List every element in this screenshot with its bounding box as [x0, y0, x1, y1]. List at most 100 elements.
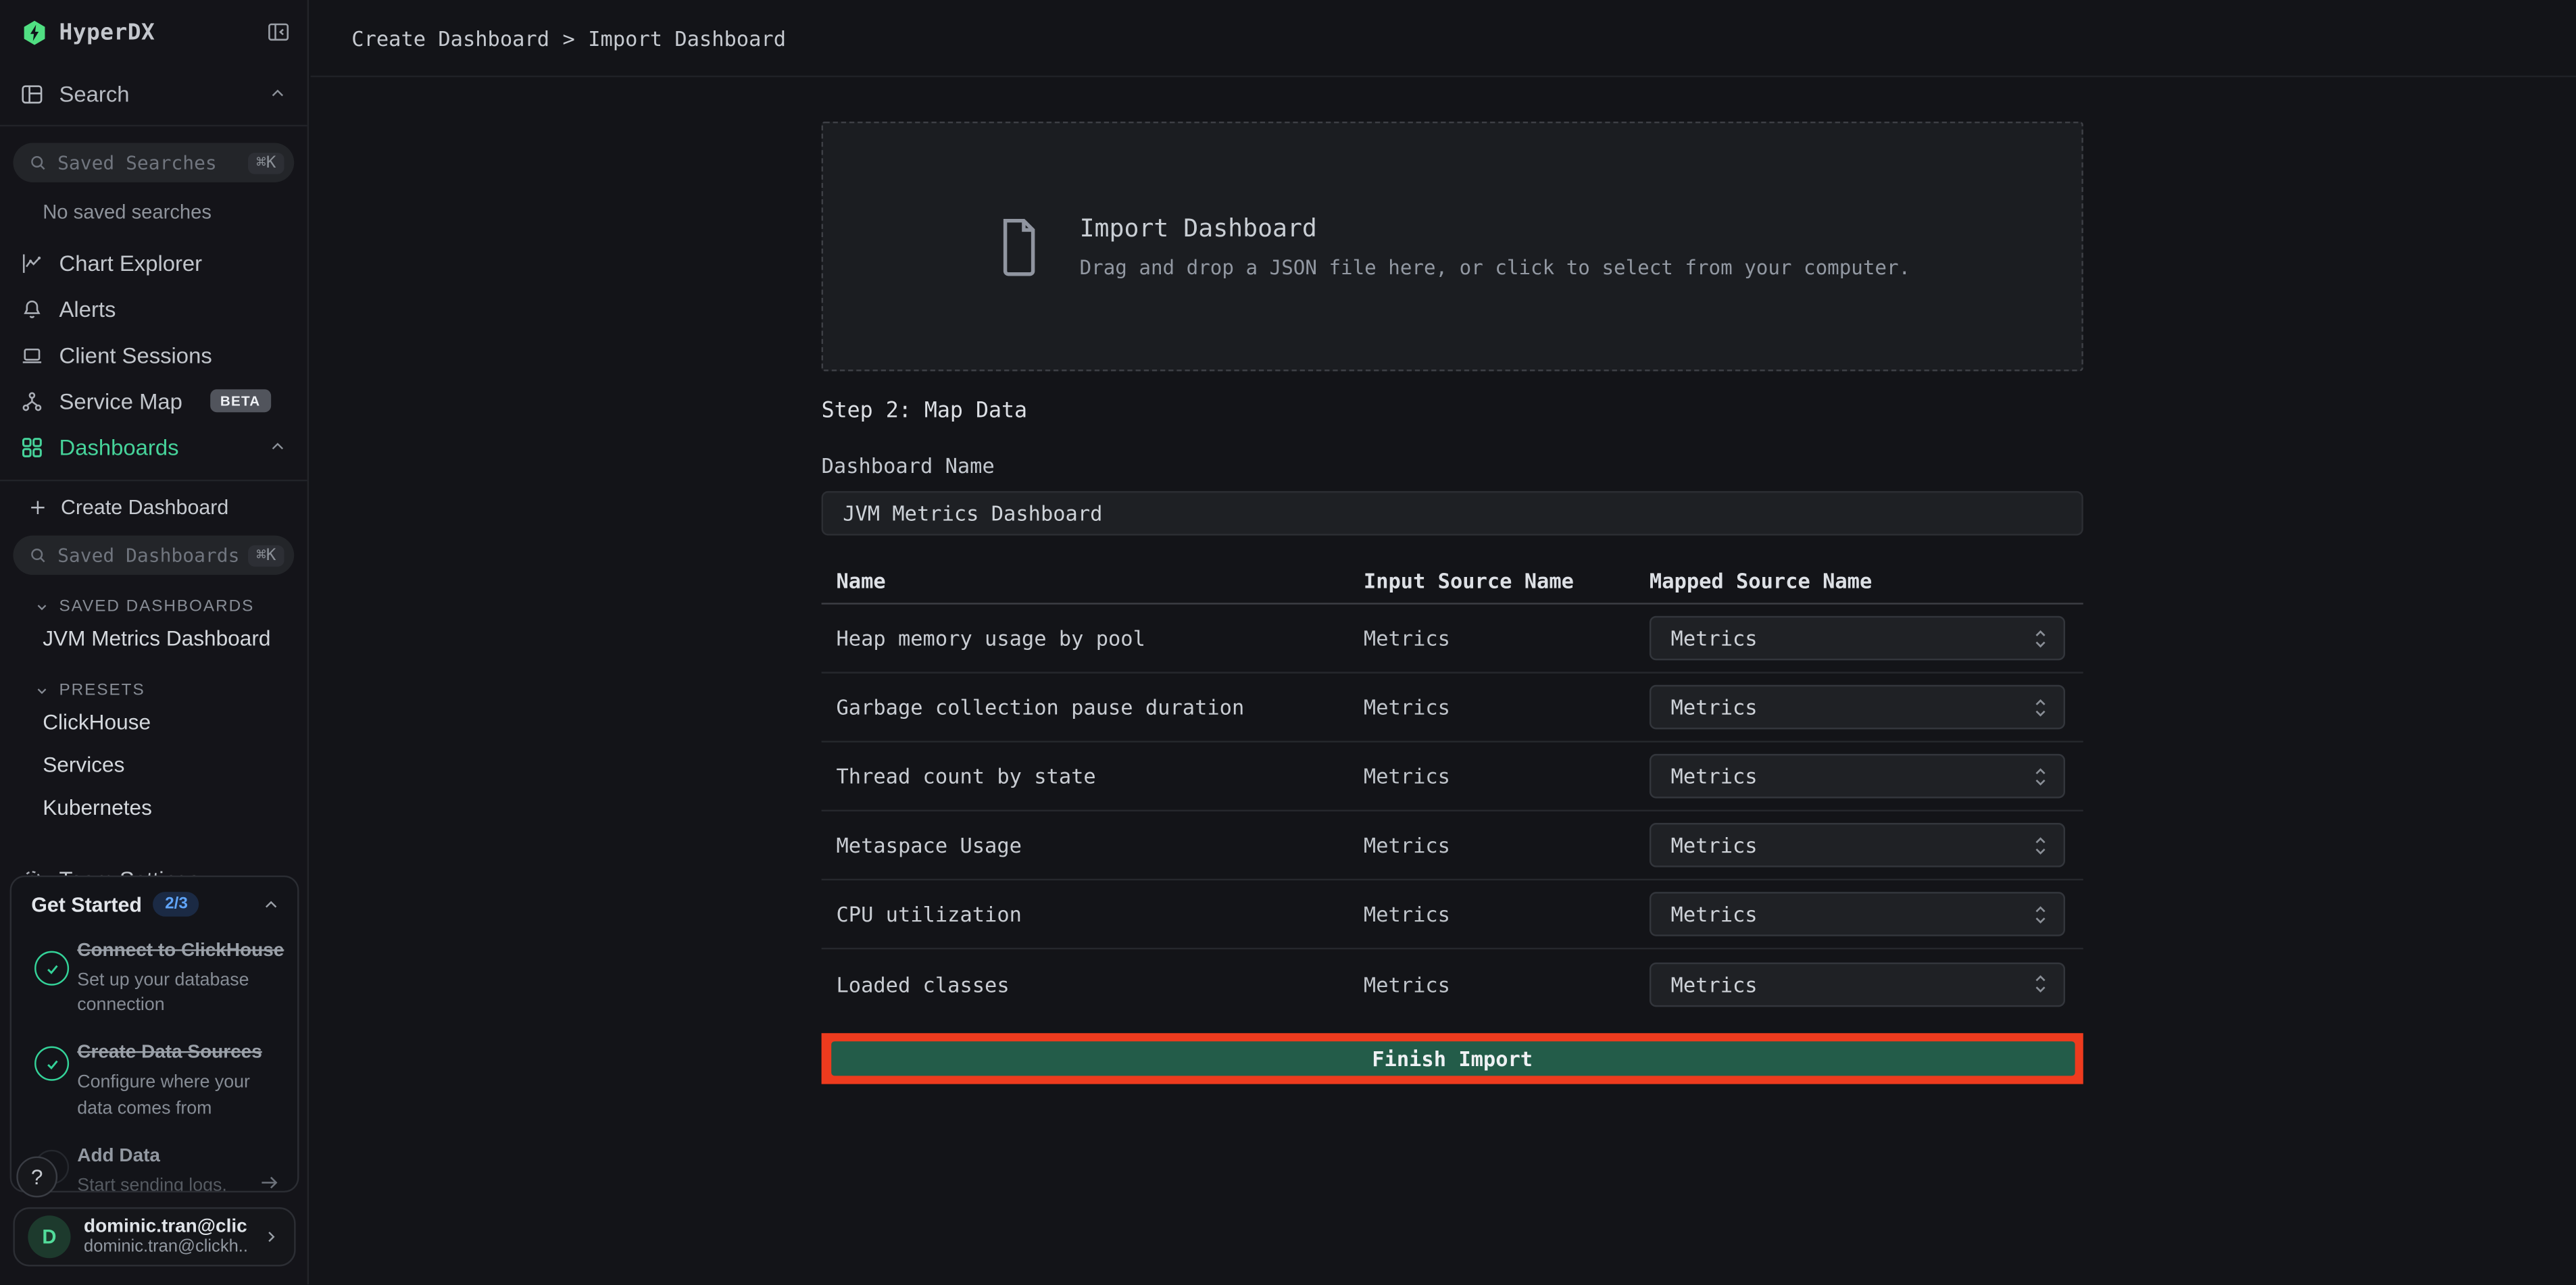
- chevron-up-icon[interactable]: [268, 437, 287, 457]
- sidebar-item-label: Chart Explorer: [59, 251, 203, 275]
- user-account-button[interactable]: D dominic.tran@clic... dominic.tran@clic…: [13, 1207, 295, 1267]
- question-mark-icon: ?: [31, 1165, 43, 1189]
- laptop-icon: [20, 343, 44, 367]
- bell-icon: [20, 297, 44, 321]
- table-row: CPU utilization Metrics Metrics: [822, 880, 2083, 949]
- sidebar-item-label: Alerts: [59, 297, 116, 321]
- step-title: Step 2: Map Data: [822, 399, 2083, 424]
- finish-import-button[interactable]: Finish Import: [831, 1041, 2074, 1076]
- chevron-updown-icon: [2031, 765, 2050, 788]
- file-icon: [994, 215, 1043, 277]
- get-started-item-connect[interactable]: Connect to ClickHouse Set up your databa…: [11, 923, 297, 1026]
- plus-icon: [28, 498, 47, 518]
- beta-badge: BETA: [210, 389, 270, 412]
- preset-item-clickhouse[interactable]: ClickHouse: [0, 700, 307, 742]
- user-name: dominic.tran@clic...: [84, 1217, 248, 1237]
- sidebar-nav: Chart Explorer Alerts Client Sessions Se…: [0, 240, 307, 470]
- input-source: Metrics: [1364, 764, 1650, 788]
- input-source: Metrics: [1364, 695, 1650, 719]
- search-section-header[interactable]: Search: [0, 72, 307, 115]
- breadcrumb-import-dashboard: Import Dashboard: [588, 26, 786, 50]
- json-dropzone[interactable]: Import Dashboard Drag and drop a JSON fi…: [822, 122, 2083, 372]
- mapped-source-select[interactable]: Metrics: [1650, 892, 2065, 936]
- saved-dashboards-placeholder: Saved Dashboards: [57, 544, 238, 567]
- saved-dashboard-item[interactable]: JVM Metrics Dashboard: [0, 616, 307, 659]
- get-started-panel: Get Started 2/3 Connect to ClickHouse Se…: [10, 876, 299, 1192]
- chevron-updown-icon: [2031, 903, 2050, 926]
- brand-row: HyperDX: [0, 0, 307, 46]
- dashboard-name-input[interactable]: [822, 491, 2083, 536]
- presets-section-toggle[interactable]: PRESETS: [0, 659, 307, 700]
- shortcut-badge: ⌘K: [248, 545, 284, 566]
- sidebar-item-chart-explorer[interactable]: Chart Explorer: [0, 240, 307, 286]
- task-title: Create Data Sources: [77, 1044, 262, 1063]
- task-title: Connect to ClickHouse: [77, 941, 284, 961]
- mapped-source-select[interactable]: Metrics: [1650, 823, 2065, 867]
- column-header-mapped-source: Mapped Source Name: [1650, 568, 2083, 592]
- saved-searches-input[interactable]: Saved Searches ⌘K: [13, 143, 294, 182]
- chart-name: Thread count by state: [836, 764, 1363, 788]
- preset-item-kubernetes[interactable]: Kubernetes: [0, 785, 307, 828]
- check-circle-icon: [34, 1047, 69, 1082]
- brand-name: HyperDX: [59, 20, 155, 46]
- column-header-name: Name: [836, 568, 1363, 592]
- get-started-title: Get Started: [31, 892, 142, 915]
- task-title: Add Data: [77, 1147, 160, 1166]
- arrow-right-icon: [258, 1171, 281, 1192]
- chart-icon: [20, 251, 44, 275]
- search-icon: [28, 153, 47, 172]
- table-icon: [20, 81, 44, 105]
- dropzone-title: Import Dashboard: [1080, 213, 1911, 243]
- mapping-table: Name Input Source Name Mapped Source Nam…: [822, 557, 2083, 1018]
- chart-name: CPU utilization: [836, 902, 1363, 926]
- input-source: Metrics: [1364, 972, 1650, 996]
- annotation-highlight-box: Finish Import: [822, 1033, 2083, 1084]
- main-area: Create Dashboard > Import Dashboard Import…: [310, 0, 2576, 1284]
- get-started-header[interactable]: Get Started 2/3: [11, 877, 297, 923]
- breadcrumb: Create Dashboard > Import Dashboard: [351, 26, 786, 50]
- chevron-updown-icon: [2031, 696, 2050, 719]
- input-source: Metrics: [1364, 902, 1650, 926]
- table-row: Heap memory usage by pool Metrics Metric…: [822, 605, 2083, 674]
- chart-name: Garbage collection pause duration: [836, 695, 1363, 719]
- breadcrumb-create-dashboard[interactable]: Create Dashboard: [351, 26, 549, 50]
- chevron-down-icon: [33, 598, 51, 616]
- get-started-item-data-sources[interactable]: Create Data Sources Configure where your…: [11, 1026, 297, 1128]
- table-row: Garbage collection pause duration Metric…: [822, 674, 2083, 742]
- table-row: Metaspace Usage Metrics Metrics: [822, 811, 2083, 880]
- create-dashboard-button[interactable]: Create Dashboard: [0, 481, 307, 519]
- mapped-source-select[interactable]: Metrics: [1650, 754, 2065, 799]
- sidebar-item-dashboards[interactable]: Dashboards: [0, 424, 307, 470]
- sidebar-item-label: Client Sessions: [59, 343, 212, 367]
- sidebar-collapse-icon[interactable]: [266, 20, 291, 44]
- table-row: Loaded classes Metrics Metrics: [822, 949, 2083, 1018]
- saved-dashboards-section-toggle[interactable]: SAVED DASHBOARDS: [0, 575, 307, 616]
- chevron-updown-icon: [2031, 834, 2050, 857]
- help-button[interactable]: ?: [16, 1157, 57, 1198]
- preset-item-services[interactable]: Services: [0, 742, 307, 785]
- selected-value: Metrics: [1671, 972, 2031, 996]
- saved-searches-placeholder: Saved Searches: [57, 151, 238, 174]
- sidebar-item-client-sessions[interactable]: Client Sessions: [0, 332, 307, 378]
- task-description: Configure where your data comes from: [77, 1071, 271, 1122]
- topbar: Create Dashboard > Import Dashboard: [310, 0, 2576, 77]
- breadcrumb-separator: >: [562, 26, 574, 50]
- mapped-source-select[interactable]: Metrics: [1650, 961, 2065, 1006]
- chevron-up-icon[interactable]: [268, 84, 287, 103]
- hyperdx-app: HyperDX Search Saved Searches ⌘K No save…: [0, 0, 2576, 1284]
- mapped-source-select[interactable]: Metrics: [1650, 616, 2065, 661]
- saved-dashboards-input[interactable]: Saved Dashboards ⌘K: [13, 536, 294, 575]
- selected-value: Metrics: [1671, 626, 2031, 650]
- service-map-icon: [20, 388, 44, 413]
- chart-name: Loaded classes: [836, 972, 1363, 996]
- import-content: Import Dashboard Drag and drop a JSON fi…: [822, 77, 2083, 1084]
- sidebar-item-alerts[interactable]: Alerts: [0, 286, 307, 332]
- mapped-source-select[interactable]: Metrics: [1650, 685, 2065, 730]
- input-source: Metrics: [1364, 626, 1650, 650]
- chevron-up-icon[interactable]: [262, 895, 281, 914]
- sidebar-item-service-map[interactable]: Service Map BETA: [0, 378, 307, 424]
- table-header-row: Name Input Source Name Mapped Source Nam…: [822, 557, 2083, 605]
- selected-value: Metrics: [1671, 902, 2031, 926]
- check-circle-icon: [34, 951, 69, 986]
- hyperdx-logo-icon: [22, 20, 48, 46]
